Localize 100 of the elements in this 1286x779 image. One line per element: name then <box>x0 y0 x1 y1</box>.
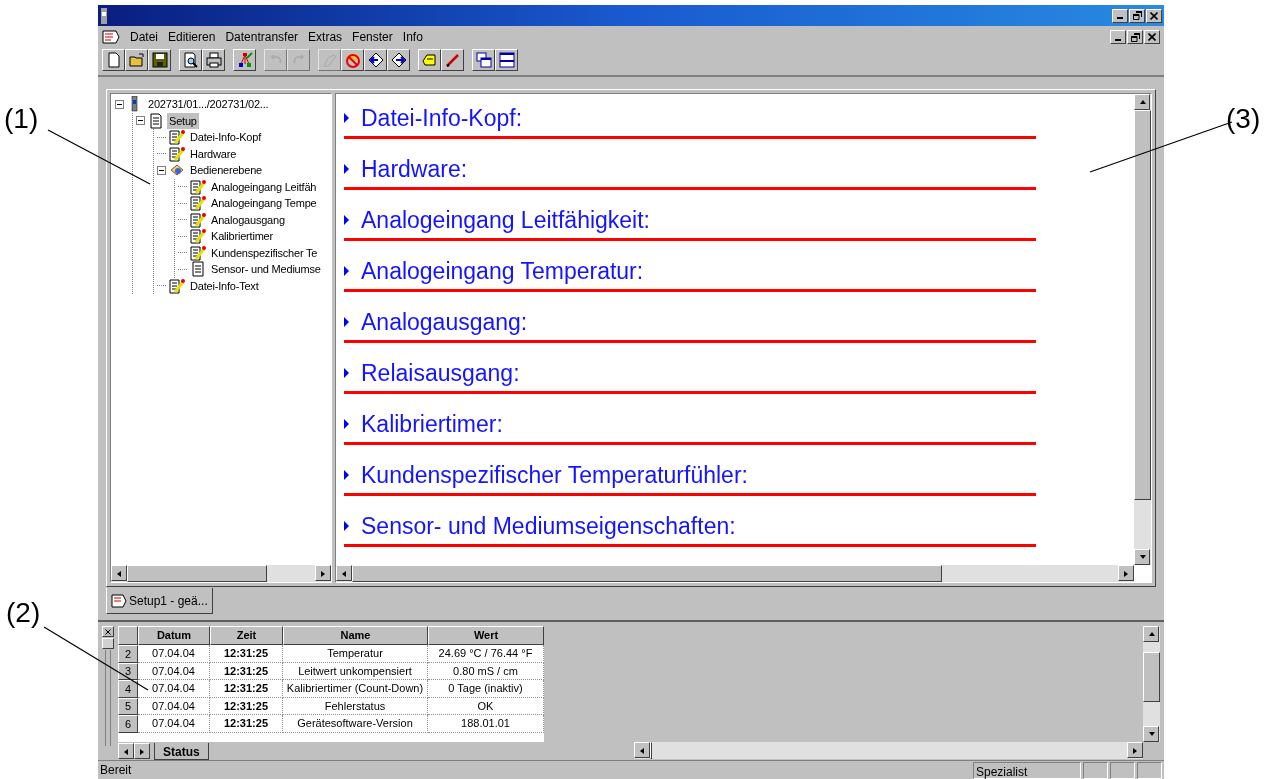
cascade-windows-icon <box>475 52 492 68</box>
toolbar-button[interactable] <box>233 49 256 71</box>
tile-windows-icon <box>498 52 515 68</box>
column-header[interactable]: Zeit <box>210 626 283 645</box>
collapse-toggle[interactable] <box>157 165 166 175</box>
column-header[interactable]: Datum <box>138 626 210 645</box>
toolbar-button[interactable] <box>495 49 518 71</box>
menu-item[interactable]: Datei <box>130 28 158 46</box>
blank-page-icon <box>105 52 122 68</box>
horizontal-scrollbar[interactable] <box>336 565 1134 582</box>
table-cell: 07.04.04 <box>138 645 210 663</box>
scroll-right-button[interactable] <box>134 743 150 759</box>
scroll-left-button[interactable] <box>118 743 134 759</box>
column-header[interactable]: Name <box>283 626 428 645</box>
document-app-icon <box>111 593 127 608</box>
table-cell: 24.69 °C / 76.44 °F <box>428 645 544 663</box>
menu-item[interactable]: Fenster <box>352 28 393 46</box>
restore-button[interactable] <box>1129 8 1145 23</box>
vertical-scrollbar[interactable] <box>1143 626 1160 742</box>
scroll-right-button[interactable] <box>1118 565 1134 581</box>
vertical-scrollbar[interactable] <box>1134 94 1151 565</box>
document-pencil-icon <box>169 277 185 294</box>
scroll-up-button[interactable] <box>1143 626 1159 642</box>
column-header[interactable]: Wert <box>428 626 544 645</box>
triangle-bullet-icon <box>344 215 349 225</box>
toolbar-button[interactable] <box>125 49 148 71</box>
toolbar-button[interactable] <box>102 49 125 71</box>
right-arrow-diamond-icon <box>390 52 407 68</box>
scroll-up-button[interactable] <box>1134 94 1150 110</box>
scroll-right-button[interactable] <box>1127 742 1143 758</box>
left-arrow-icon <box>122 747 130 755</box>
document-list-icon <box>148 112 164 129</box>
folder-icon <box>128 52 145 68</box>
up-arrow-icon <box>1147 630 1155 638</box>
close-icon <box>1150 11 1158 20</box>
toolbar-button[interactable] <box>387 49 410 71</box>
sheet-tab[interactable]: Status <box>154 742 209 760</box>
table-cell: 07.04.04 <box>138 662 210 680</box>
up-arrow-icon <box>1138 98 1146 106</box>
close-button[interactable] <box>1144 30 1160 44</box>
toolbar-button[interactable] <box>148 49 171 71</box>
table-cell: 0 Tage (inaktiv) <box>428 680 544 698</box>
toolbar-button[interactable] <box>472 49 495 71</box>
triangle-bullet-icon <box>344 419 349 429</box>
toolbar-button[interactable] <box>441 49 464 71</box>
table-cell: 12:31:25 <box>210 645 283 663</box>
status-panel: Spezialist <box>973 761 1081 779</box>
document-pencil-icon <box>190 228 206 245</box>
section-heading: Kundenspezifischer Temperaturfühler: <box>361 460 748 490</box>
scroll-right-button[interactable] <box>315 565 331 581</box>
menu-item[interactable]: Info <box>402 28 423 46</box>
menu-item[interactable]: Editieren <box>168 28 216 46</box>
horizontal-scrollbar[interactable] <box>111 565 331 582</box>
menu-item[interactable]: Datentransfer <box>225 28 299 46</box>
scrollbar-thumb[interactable] <box>1134 110 1151 500</box>
table-cell: 12:31:25 <box>210 697 283 715</box>
table-cell: 07.04.04 <box>138 715 210 733</box>
scroll-down-button[interactable] <box>1143 726 1159 742</box>
scrollbar-thumb[interactable] <box>650 742 652 759</box>
minimize-button[interactable] <box>1110 30 1126 44</box>
triangle-bullet-icon <box>344 317 349 327</box>
document-tab[interactable]: Setup1 - geä... <box>106 588 213 614</box>
table-cell: Temperatur <box>283 645 428 663</box>
collapse-toggle[interactable] <box>136 116 145 126</box>
close-button[interactable] <box>1146 8 1162 23</box>
triangle-bullet-icon <box>344 113 349 123</box>
table-cell: Gerätesoftware-Version <box>283 715 428 733</box>
toolbar-button[interactable] <box>179 49 202 71</box>
collapse-toggle[interactable] <box>115 99 124 109</box>
callout-label: (2) <box>6 596 41 630</box>
triangle-bullet-icon <box>344 368 349 378</box>
toolbar-button[interactable] <box>202 49 225 71</box>
horizontal-scrollbar[interactable] <box>634 742 1143 759</box>
status-message: Bereit <box>100 762 133 779</box>
scroll-left-button[interactable] <box>336 565 352 581</box>
pen-icon <box>444 52 461 68</box>
scrollbar-thumb[interactable] <box>127 565 267 582</box>
corner-header[interactable] <box>118 626 138 645</box>
callout-label: (1) <box>4 102 39 136</box>
scrollbar-thumb[interactable] <box>352 565 942 582</box>
toolbar-button[interactable] <box>364 49 387 71</box>
scroll-left-button[interactable] <box>111 565 127 581</box>
scrollbar-thumb[interactable] <box>1143 652 1160 702</box>
toolbar-button[interactable] <box>341 49 364 71</box>
section-heading: Analogeingang Temperatur: <box>361 256 644 286</box>
panel-toggle-button[interactable] <box>102 638 114 649</box>
menu-item[interactable]: Extras <box>308 28 343 46</box>
section-heading: Analogausgang: <box>361 307 528 337</box>
toolbar-button[interactable] <box>418 49 441 71</box>
triangle-bullet-icon <box>344 164 349 174</box>
right-arrow-icon <box>1122 569 1130 577</box>
magnifier-page-icon <box>182 52 199 68</box>
scroll-left-button[interactable] <box>634 742 650 758</box>
restore-button[interactable] <box>1127 30 1143 44</box>
right-arrow-icon <box>319 569 327 577</box>
minimize-button[interactable] <box>1112 8 1128 23</box>
close-button[interactable] <box>102 626 114 637</box>
scroll-down-button[interactable] <box>1134 549 1150 565</box>
document-pencil-icon <box>190 195 206 212</box>
restore-icon <box>1130 32 1140 42</box>
